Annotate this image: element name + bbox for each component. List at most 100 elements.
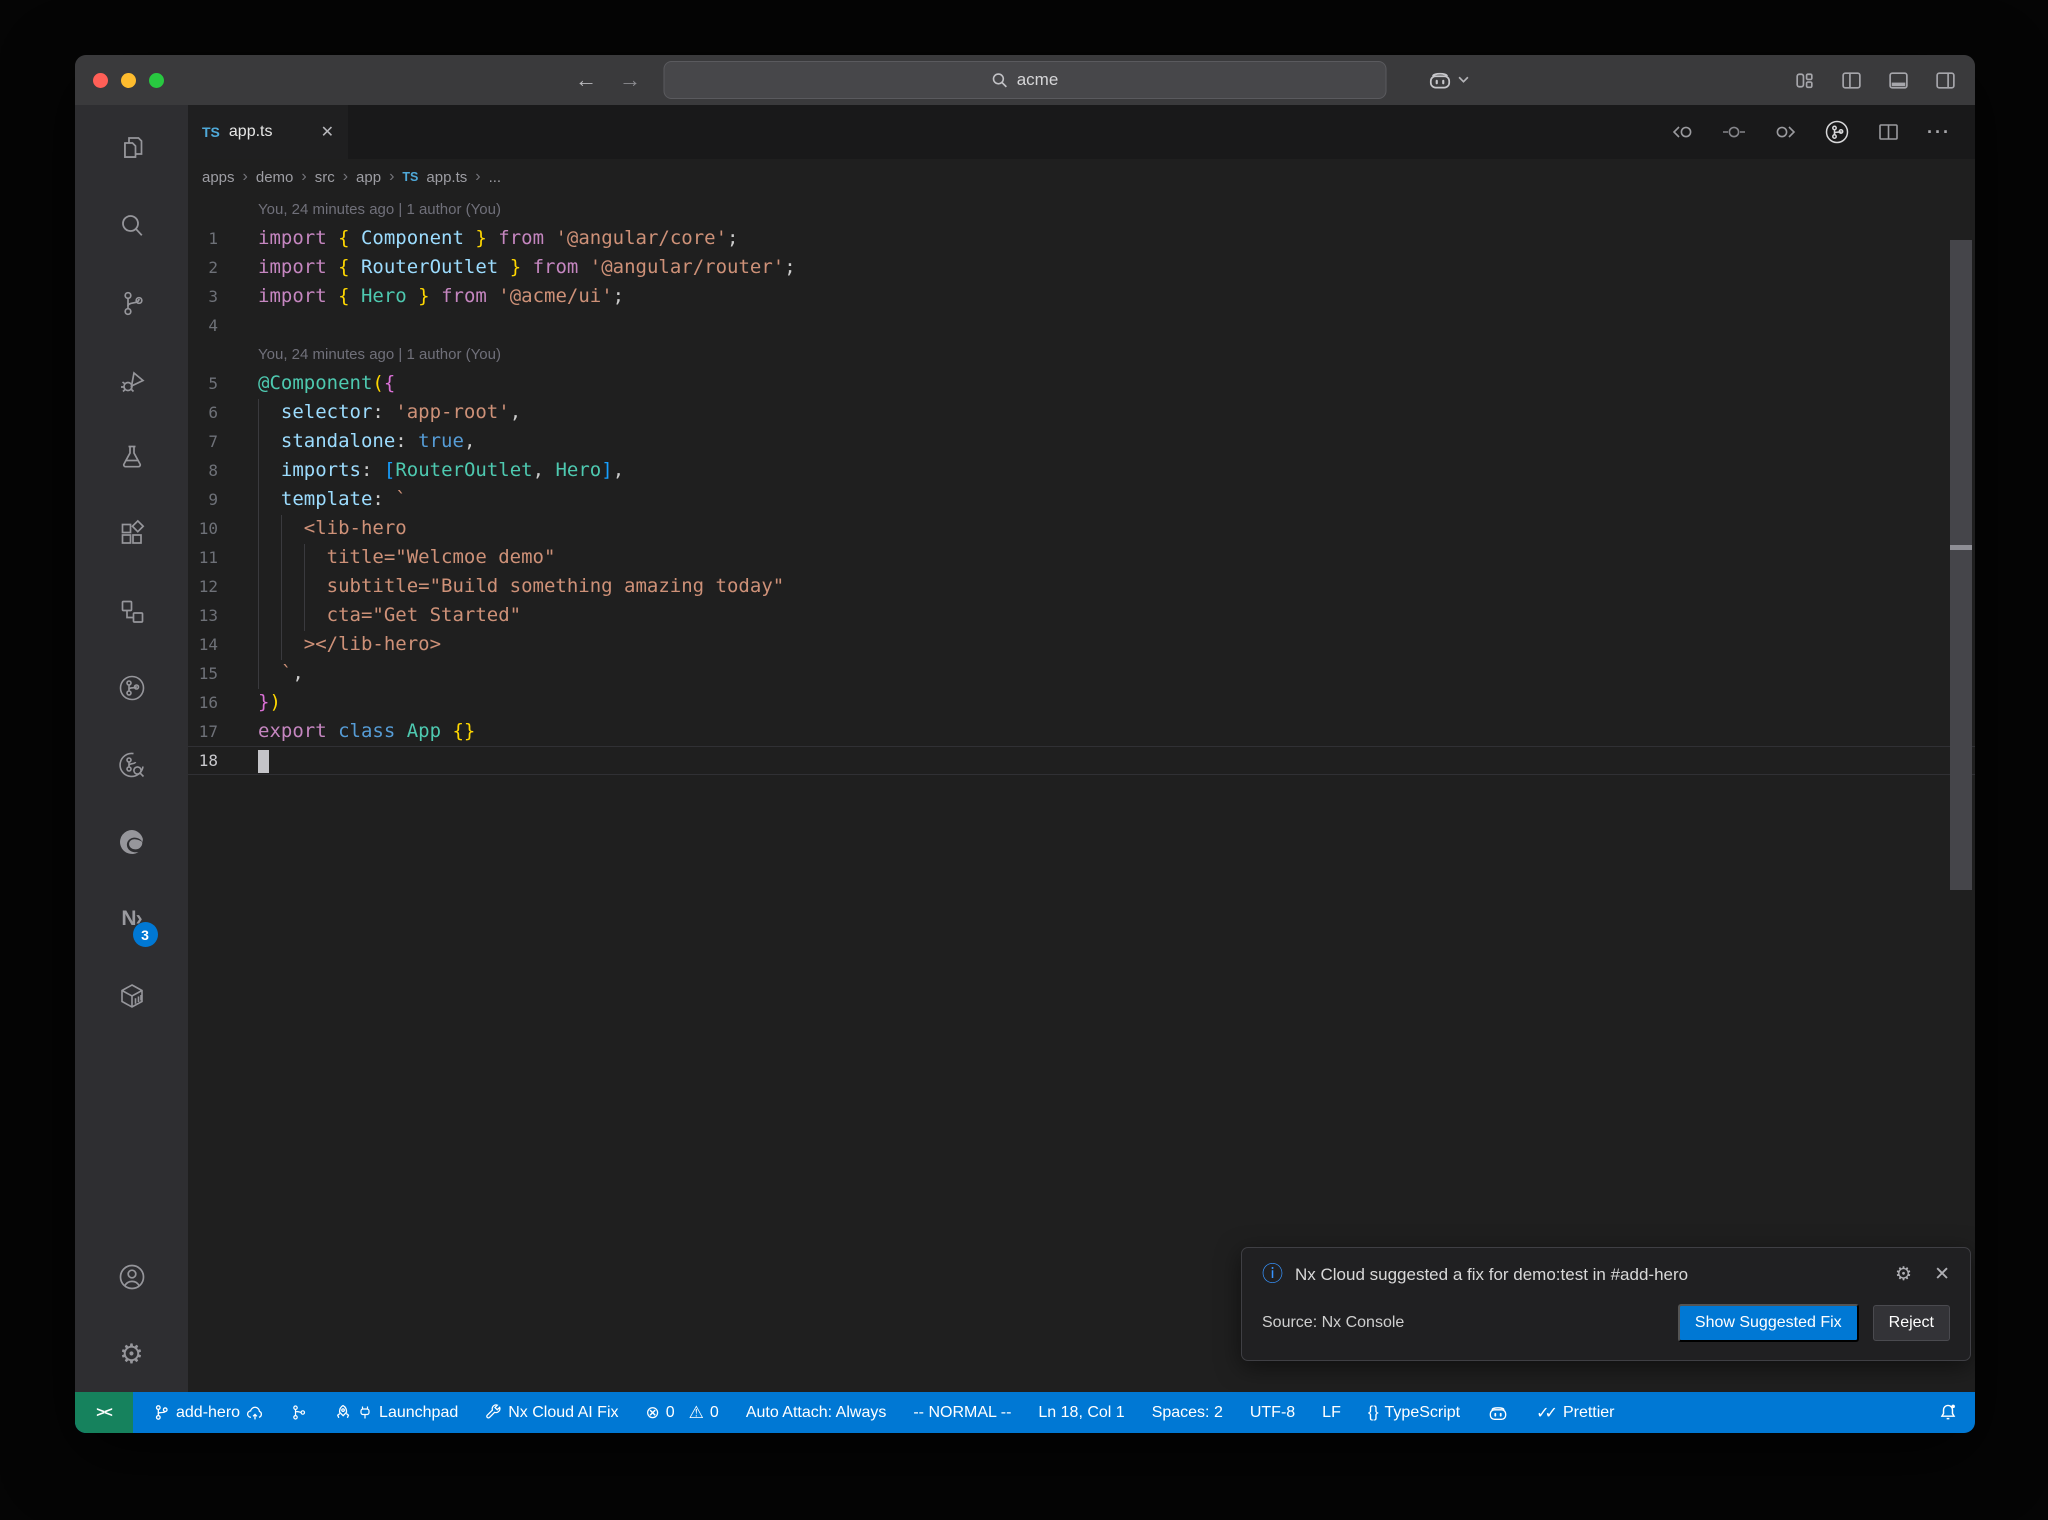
- notifications-bell[interactable]: [1939, 1403, 1957, 1422]
- notification-settings-icon[interactable]: ⚙: [1895, 1263, 1912, 1286]
- edge-tools-icon[interactable]: [108, 818, 156, 866]
- code-token: {: [338, 256, 361, 278]
- reject-button[interactable]: Reject: [1872, 1305, 1950, 1341]
- extensions-icon[interactable]: [108, 510, 156, 558]
- testing-icon[interactable]: [108, 433, 156, 481]
- window-controls: [93, 72, 164, 88]
- git-branch-status[interactable]: add-hero: [153, 1404, 264, 1422]
- graph-forward-icon[interactable]: [1773, 123, 1797, 141]
- zoom-window-button[interactable]: [149, 72, 164, 88]
- blame-annotation-row: You, 24 minutes ago | 1 author (You): [188, 195, 1975, 224]
- source-control-icon[interactable]: [108, 279, 156, 327]
- git-graph-icon: [293, 1405, 306, 1420]
- code-row: 12 subtitle="Build something amazing tod…: [188, 572, 1975, 601]
- breadcrumb-item[interactable]: ...: [489, 169, 502, 186]
- remote-indicator[interactable]: ><: [75, 1392, 133, 1433]
- breadcrumb-separator: ›: [242, 168, 248, 185]
- code-text: subtitle="Build something amazing today": [258, 572, 785, 601]
- minimize-window-button[interactable]: [121, 72, 136, 88]
- project-view-icon[interactable]: [108, 587, 156, 635]
- breadcrumb-item[interactable]: src: [315, 169, 335, 186]
- code-token: Hero: [360, 285, 407, 307]
- tab-app-ts[interactable]: TS app.ts ✕: [188, 105, 348, 159]
- code-token: true: [418, 430, 464, 452]
- breadcrumb-item[interactable]: app.ts: [426, 169, 467, 186]
- code-token: Hero: [555, 459, 602, 481]
- explorer-icon[interactable]: [108, 125, 156, 173]
- nx-cloud-ai-fix-status[interactable]: Nx Cloud AI Fix: [485, 1404, 619, 1422]
- launchpad-status[interactable]: Launchpad: [334, 1404, 458, 1422]
- indentation-status[interactable]: Spaces: 2: [1152, 1404, 1223, 1422]
- code-token: title="Welcmoe demo": [258, 546, 556, 568]
- copilot-status[interactable]: [1487, 1404, 1509, 1422]
- more-actions-icon[interactable]: ···: [1927, 122, 1951, 143]
- line-number: 5: [208, 374, 218, 393]
- code-text: import { RouterOutlet } from '@angular/r…: [258, 253, 796, 282]
- breadcrumb-item[interactable]: app: [356, 169, 381, 186]
- code-text: export class App {}: [258, 717, 475, 746]
- breadcrumb-separator: ›: [301, 168, 307, 185]
- code-token: :: [372, 401, 396, 423]
- code-token: `: [395, 488, 407, 510]
- vim-mode-status[interactable]: -- NORMAL --: [913, 1404, 1011, 1422]
- language-mode-status[interactable]: {} TypeScript: [1368, 1404, 1460, 1422]
- navigate-back-button[interactable]: ←: [575, 69, 597, 91]
- nx-console-icon[interactable]: N› 3: [108, 895, 158, 947]
- auto-attach-status[interactable]: Auto Attach: Always: [746, 1404, 887, 1422]
- code-editor[interactable]: You, 24 minutes ago | 1 author (You) 1 imp…: [188, 195, 1975, 1392]
- toggle-panel-icon[interactable]: [1887, 69, 1910, 92]
- search-icon[interactable]: [108, 202, 156, 250]
- git-graph-status[interactable]: [291, 1404, 307, 1421]
- command-center-search[interactable]: acme: [663, 61, 1387, 99]
- spaces-label: Spaces: 2: [1151, 1403, 1223, 1421]
- code-token: {: [338, 227, 361, 249]
- graph-current-icon[interactable]: [1722, 123, 1746, 141]
- graph-back-icon[interactable]: [1671, 123, 1695, 141]
- formatter-status[interactable]: ✓✓ Prettier: [1536, 1403, 1614, 1423]
- breadcrumb-item[interactable]: demo: [256, 169, 294, 186]
- toggle-primary-sidebar-icon[interactable]: [1840, 69, 1863, 92]
- code-row: 3 import { Hero } from '@acme/ui';: [188, 282, 1975, 311]
- navigate-forward-button[interactable]: →: [619, 69, 641, 91]
- run-graph-icon[interactable]: [1824, 119, 1850, 145]
- code-token: ,: [612, 459, 625, 481]
- containers-icon[interactable]: [108, 972, 156, 1020]
- run-and-debug-icon[interactable]: [108, 356, 156, 404]
- editor-scrollbar[interactable]: [1950, 240, 1972, 890]
- breadcrumb: apps › demo › src › app › TS app.ts › ..…: [188, 159, 1975, 195]
- warnings-count: 0: [709, 1403, 719, 1421]
- toggle-secondary-sidebar-icon[interactable]: [1934, 69, 1957, 92]
- split-editor-icon[interactable]: [1877, 122, 1900, 142]
- blame-text: You, 24 minutes ago | 1 author (You): [258, 346, 501, 363]
- notification-close-icon[interactable]: ✕: [1934, 1263, 1950, 1286]
- show-suggested-fix-button[interactable]: Show Suggested Fix: [1677, 1304, 1859, 1342]
- line-number: 4: [208, 316, 218, 335]
- code-row: 1 import { Component } from '@angular/cor…: [188, 224, 1975, 253]
- settings-gear-icon[interactable]: ⚙: [108, 1330, 156, 1378]
- encoding-status[interactable]: UTF-8: [1250, 1404, 1295, 1422]
- code-token: :: [372, 488, 396, 510]
- close-tab-icon[interactable]: ✕: [321, 122, 334, 142]
- problems-status[interactable]: ⊗ 0 ⚠ 0: [646, 1404, 719, 1422]
- language-label: TypeScript: [1384, 1403, 1461, 1421]
- code-text: standalone: true,: [258, 427, 476, 456]
- close-window-button[interactable]: [93, 72, 108, 88]
- code-token: ): [269, 691, 281, 713]
- line-number: 3: [208, 287, 218, 306]
- customize-layout-icon[interactable]: [1793, 69, 1816, 92]
- line-number: 9: [208, 490, 218, 509]
- double-check-icon: ✓✓: [1536, 1404, 1558, 1422]
- code-row: 16}): [188, 688, 1975, 717]
- line-number: 1: [208, 229, 218, 248]
- git-graph-icon[interactable]: [108, 664, 156, 712]
- line-number: 15: [198, 664, 218, 683]
- breadcrumb-item[interactable]: apps: [202, 169, 235, 186]
- cursor-position-status[interactable]: Ln 18, Col 1: [1038, 1404, 1124, 1422]
- accounts-icon[interactable]: [108, 1253, 156, 1301]
- copilot-menu[interactable]: [1427, 55, 1469, 105]
- gitlens-icon[interactable]: [108, 741, 156, 789]
- code-text: }): [258, 688, 281, 717]
- notification-toast: ⓘ Nx Cloud suggested a fix for demo:test…: [1241, 1247, 1971, 1361]
- eol-status[interactable]: LF: [1322, 1404, 1341, 1422]
- tab-label: app.ts: [228, 123, 273, 140]
